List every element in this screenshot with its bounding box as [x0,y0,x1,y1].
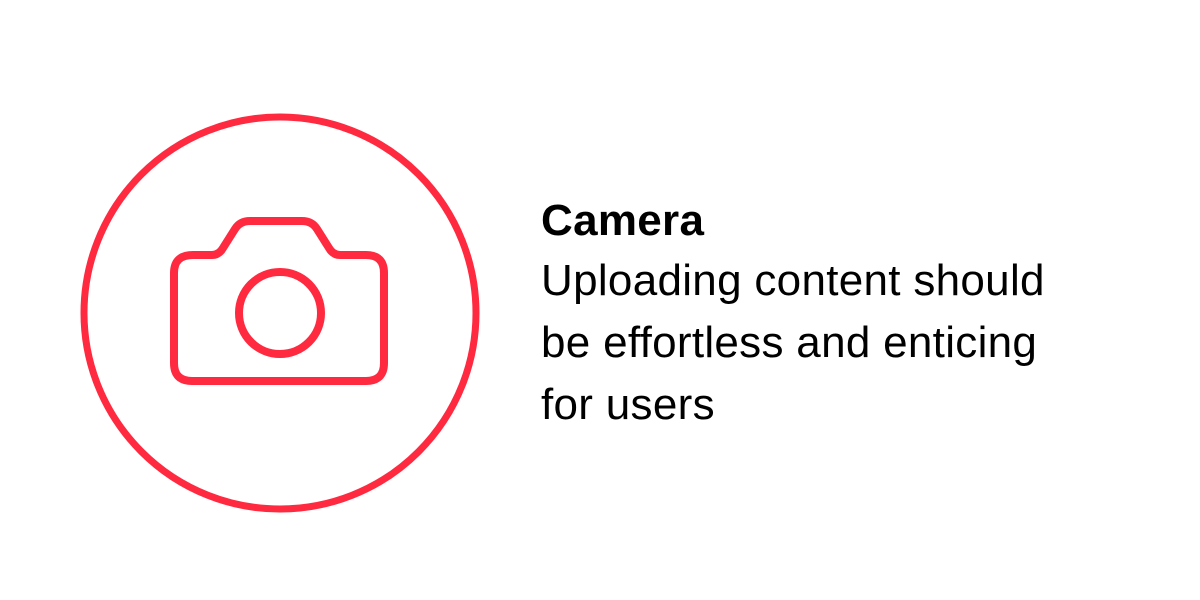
camera-feature-icon [80,113,480,513]
camera-icon [80,113,480,513]
icon-ring [80,113,480,513]
feature-title: Camera [541,196,705,245]
feature-description-line-3: for users [541,380,715,429]
camera-lens [235,268,325,358]
feature-description-line-2: be effortless and enticing [541,318,1038,367]
feature-text: Camera Uploading content should be effor… [541,192,1181,436]
feature-description-line-1: Uploading content should [541,256,1045,305]
